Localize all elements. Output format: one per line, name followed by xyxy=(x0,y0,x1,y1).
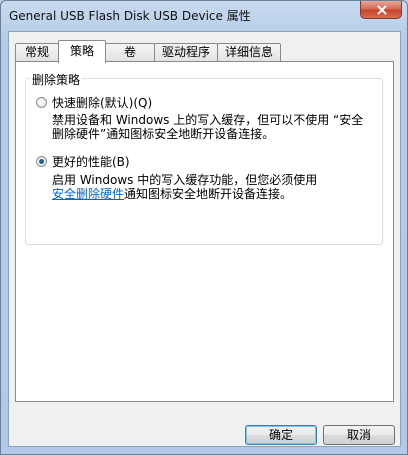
better-performance-option[interactable]: 更好的性能(B) xyxy=(36,153,130,170)
tab-driver[interactable]: 驱动程序 xyxy=(154,43,218,61)
tab-volume[interactable]: 卷 xyxy=(105,43,155,61)
safely-remove-hardware-link[interactable]: 安全删除硬件 xyxy=(52,187,124,201)
dialog-client-area: 常规 策略 卷 驱动程序 详细信息 删除策略 快速删除(默认)(Q) 禁用设备和… xyxy=(8,31,401,447)
close-icon xyxy=(377,5,387,15)
quick-removal-label[interactable]: 快速删除(默认)(Q) xyxy=(52,94,152,111)
quick-removal-description-line2: 删除硬件”通知图标安全地断开设备连接。 xyxy=(52,127,275,141)
tab-panel-policy: 删除策略 快速删除(默认)(Q) 禁用设备和 Windows 上的写入缓存，但可… xyxy=(15,61,394,402)
better-performance-description-line1: 启用 Windows 中的写入缓存功能，但您必须使用 xyxy=(52,173,318,187)
tab-general[interactable]: 常规 xyxy=(15,43,59,61)
better-performance-label[interactable]: 更好的性能(B) xyxy=(52,153,130,170)
tab-policy[interactable]: 策略 xyxy=(58,40,106,63)
removal-policy-group: 删除策略 快速删除(默认)(Q) 禁用设备和 Windows 上的写入缓存，但可… xyxy=(25,71,383,245)
quick-removal-option[interactable]: 快速删除(默认)(Q) xyxy=(36,94,152,111)
dialog-window: General USB Flash Disk USB Device 属性 常规 … xyxy=(0,0,408,455)
close-button[interactable] xyxy=(360,1,402,19)
better-performance-description-line2: 安全删除硬件通知图标安全地断开设备连接。 xyxy=(52,187,292,201)
removal-policy-legend: 删除策略 xyxy=(30,71,83,88)
ok-button[interactable]: 确定 xyxy=(245,425,317,445)
quick-removal-radio[interactable] xyxy=(36,97,47,108)
title-bar[interactable]: General USB Flash Disk USB Device 属性 xyxy=(1,1,407,31)
tab-details[interactable]: 详细信息 xyxy=(217,43,281,61)
quick-removal-description-line1: 禁用设备和 Windows 上的写入缓存，但可以不使用 “安全 xyxy=(52,113,364,127)
cancel-button[interactable]: 取消 xyxy=(323,425,395,445)
better-performance-radio[interactable] xyxy=(36,156,47,167)
better-performance-description-line2-rest: 通知图标安全地断开设备连接。 xyxy=(124,187,293,201)
window-title: General USB Flash Disk USB Device 属性 xyxy=(9,9,251,23)
